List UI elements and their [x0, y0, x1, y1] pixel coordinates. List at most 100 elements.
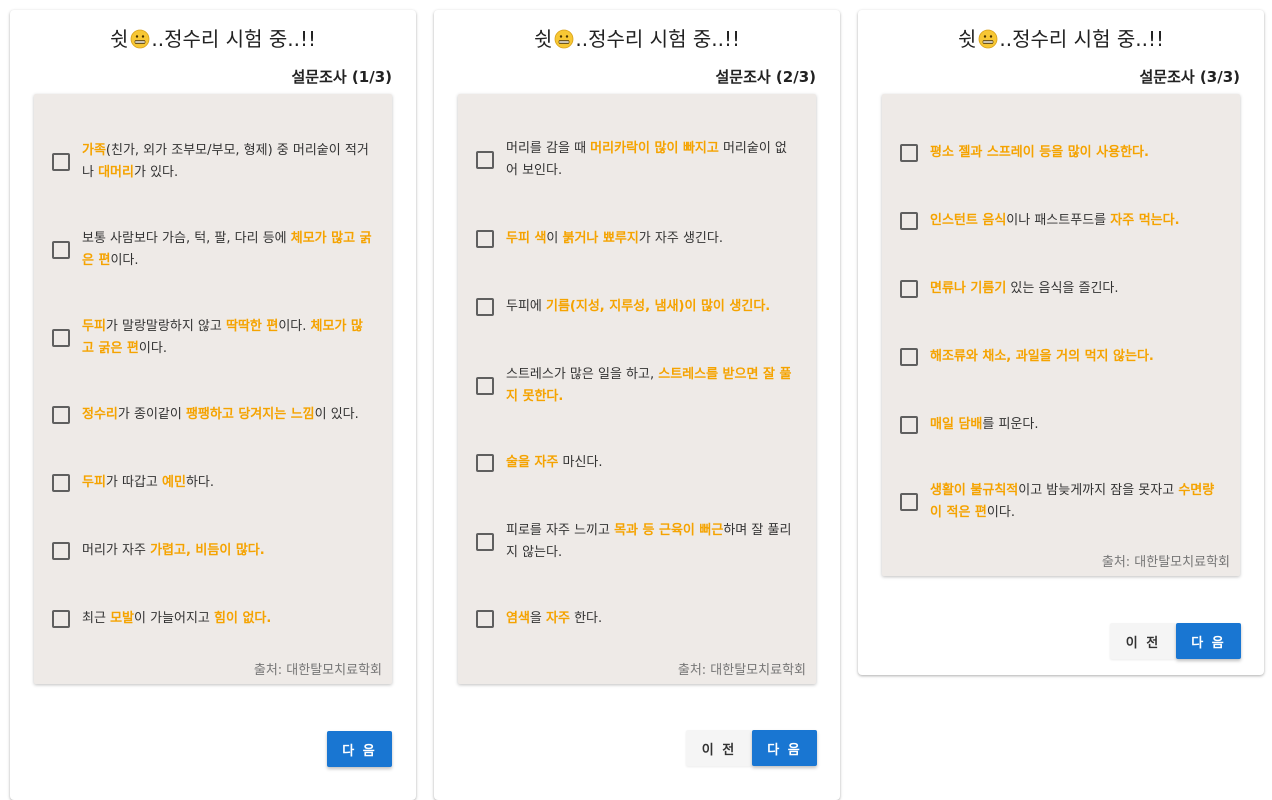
highlighted-text: 대머리	[98, 165, 134, 180]
checkbox[interactable]	[52, 406, 70, 424]
zipper-mouth-face-icon	[131, 29, 150, 49]
zipper-mouth-face-icon	[979, 29, 998, 49]
question-text: 술을 자주 마신다.	[506, 452, 798, 474]
checkbox[interactable]	[476, 533, 494, 551]
question-text: 면류나 기름기 있는 음식을 즐긴다.	[930, 278, 1222, 300]
plain-text: 있는 음식을 즐긴다.	[1006, 281, 1119, 296]
checkbox[interactable]	[900, 348, 918, 366]
highlighted-text: 매일 담배	[930, 417, 983, 432]
highlighted-text: 두피	[82, 319, 106, 334]
survey-step: 설문조사 (1/3)	[291, 68, 393, 86]
checkbox[interactable]	[476, 454, 494, 472]
question-text: 최근 모발이 가늘어지고 힘이 없다.	[82, 608, 374, 630]
question-item-5[interactable]: 두피가 따갑고 예민하다.	[34, 472, 392, 494]
plain-text: 이다.	[138, 341, 167, 356]
highlighted-text: 붉거나 뾰루지	[562, 231, 639, 246]
question-item-7[interactable]: 염색을 자주 한다.	[458, 608, 816, 630]
question-item-6[interactable]: 피로를 자주 느끼고 목과 등 근육이 뻐근하며 잘 풀리지 않는다.	[458, 520, 816, 564]
checkbox[interactable]	[52, 153, 70, 171]
highlighted-text: 자주	[546, 611, 570, 626]
highlighted-text: 술을 자주	[506, 455, 559, 470]
question-box: 가족(친가, 외가 조부모/부모, 형제) 중 머리숱이 적거나 대머리가 있다…	[34, 94, 392, 684]
highlighted-text: 딱딱한 편	[225, 319, 279, 334]
checkbox[interactable]	[900, 280, 918, 298]
checkbox[interactable]	[476, 230, 494, 248]
question-item-3[interactable]: 두피에 기름(지성, 지루성, 냄새)이 많이 생긴다.	[458, 296, 816, 318]
question-item-3[interactable]: 두피가 말랑말랑하지 않고 딱딱한 편이다. 체모가 많고 굵은 편이다.	[34, 316, 392, 360]
highlighted-text: 해조류와 채소, 과일을 거의 먹지 않는다.	[930, 349, 1154, 364]
plain-text: 한다.	[569, 611, 603, 626]
plain-text: 이나 패스트푸드를	[1006, 213, 1111, 228]
question-item-2[interactable]: 인스턴트 음식이나 패스트푸드를 자주 먹는다.	[882, 210, 1240, 232]
question-item-1[interactable]: 가족(친가, 외가 조부모/부모, 형제) 중 머리숱이 적거나 대머리가 있다…	[34, 140, 392, 184]
highlighted-text: 자주 먹는다.	[1110, 213, 1180, 228]
question-item-2[interactable]: 두피 색이 붉거나 뾰루지가 자주 생긴다.	[458, 228, 816, 250]
question-text: 평소 젤과 스프레이 등을 많이 사용한다.	[930, 142, 1222, 164]
prev-button[interactable]: 이 전	[1110, 623, 1176, 659]
checkbox[interactable]	[900, 416, 918, 434]
question-item-1[interactable]: 머리를 감을 때 머리카락이 많이 빠지고 머리숱이 없어 보인다.	[458, 138, 816, 182]
checkbox[interactable]	[900, 212, 918, 230]
question-item-6[interactable]: 생활이 불규칙적이고 밤늦게까지 잠을 못자고 수면량이 적은 편이다.	[882, 480, 1240, 524]
checkbox[interactable]	[476, 151, 494, 169]
checkbox[interactable]	[52, 474, 70, 492]
question-text: 해조류와 채소, 과일을 거의 먹지 않는다.	[930, 346, 1222, 368]
question-item-6[interactable]: 머리가 자주 가렵고, 비듬이 많다.	[34, 540, 392, 562]
question-item-4[interactable]: 해조류와 채소, 과일을 거의 먹지 않는다.	[882, 346, 1240, 368]
title-prefix: 쉿	[110, 27, 129, 51]
source-text: 출처: 대한탈모치료학회	[253, 663, 382, 678]
plain-text: 머리가 자주	[82, 543, 151, 558]
question-item-4[interactable]: 정수리가 종이같이 팽팽하고 당겨지는 느낌이 있다.	[34, 404, 392, 426]
question-item-1[interactable]: 평소 젤과 스프레이 등을 많이 사용한다.	[882, 142, 1240, 164]
highlighted-text: 평소 젤과 스프레이 등을 많이 사용한다.	[930, 145, 1149, 160]
question-text: 보통 사람보다 가슴, 턱, 팔, 다리 등에 체모가 많고 굵은 편이다.	[82, 228, 374, 272]
plain-text: 피로를 자주 느끼고	[506, 523, 615, 538]
prev-button[interactable]: 이 전	[686, 730, 752, 766]
highlighted-text: 가렵고, 비듬이 많다.	[150, 543, 265, 558]
plain-text: 이다.	[278, 319, 311, 334]
question-item-3[interactable]: 면류나 기름기 있는 음식을 즐긴다.	[882, 278, 1240, 300]
checkbox[interactable]	[52, 610, 70, 628]
highlighted-text: 생활이 불규칙적	[930, 483, 1019, 498]
plain-text: 최근	[82, 611, 111, 626]
plain-text: 이	[546, 231, 563, 246]
question-text: 두피에 기름(지성, 지루성, 냄새)이 많이 생긴다.	[506, 296, 798, 318]
question-item-5[interactable]: 술을 자주 마신다.	[458, 452, 816, 474]
question-text: 인스턴트 음식이나 패스트푸드를 자주 먹는다.	[930, 210, 1222, 232]
highlighted-text: 팽팽하고 당겨지는 느낌	[185, 407, 315, 422]
zipper-mouth-face-icon	[555, 29, 574, 49]
checkbox[interactable]	[900, 493, 918, 511]
question-item-2[interactable]: 보통 사람보다 가슴, 턱, 팔, 다리 등에 체모가 많고 굵은 편이다.	[34, 228, 392, 272]
question-text: 정수리가 종이같이 팽팽하고 당겨지는 느낌이 있다.	[82, 404, 374, 426]
plain-text: 이고 밤늦게까지 잠을 못자고	[1018, 483, 1179, 498]
checkbox[interactable]	[52, 241, 70, 259]
highlighted-text: 기름(지성, 지루성, 냄새)이 많이 생긴다.	[546, 299, 771, 314]
next-button[interactable]: 다 음	[752, 730, 817, 766]
checkbox[interactable]	[52, 329, 70, 347]
question-item-7[interactable]: 최근 모발이 가늘어지고 힘이 없다.	[34, 608, 392, 630]
plain-text: 이 가늘어지고	[133, 611, 215, 626]
question-text: 스트레스가 많은 일을 하고, 스트레스를 받으면 잘 풀지 못한다.	[506, 364, 798, 408]
question-text: 두피가 말랑말랑하지 않고 딱딱한 편이다. 체모가 많고 굵은 편이다.	[82, 316, 374, 360]
question-text: 가족(친가, 외가 조부모/부모, 형제) 중 머리숱이 적거나 대머리가 있다…	[82, 140, 374, 184]
plain-text: 머리를 감을 때	[506, 141, 591, 156]
question-text: 두피가 따갑고 예민하다.	[82, 472, 374, 494]
plain-text: 를 피운다.	[982, 417, 1039, 432]
survey-step: 설문조사 (2/3)	[715, 68, 817, 86]
checkbox[interactable]	[52, 542, 70, 560]
checkbox[interactable]	[900, 144, 918, 162]
checkbox[interactable]	[476, 298, 494, 316]
highlighted-text: 목과 등 근육이 뻐근	[614, 523, 724, 538]
checkbox[interactable]	[476, 610, 494, 628]
plain-text: 을	[529, 611, 547, 626]
checkbox[interactable]	[476, 377, 494, 395]
question-item-4[interactable]: 스트레스가 많은 일을 하고, 스트레스를 받으면 잘 풀지 못한다.	[458, 364, 816, 408]
question-text: 피로를 자주 느끼고 목과 등 근육이 뻐근하며 잘 풀리지 않는다.	[506, 520, 798, 564]
next-button[interactable]: 다 음	[1176, 623, 1241, 659]
title-suffix: ..정수리 시험 중..!!	[575, 27, 740, 51]
title-suffix: ..정수리 시험 중..!!	[999, 27, 1164, 51]
highlighted-text: 두피	[82, 475, 106, 490]
next-button[interactable]: 다 음	[327, 731, 392, 767]
plain-text: 마신다.	[558, 455, 603, 470]
question-item-5[interactable]: 매일 담배를 피운다.	[882, 414, 1240, 436]
